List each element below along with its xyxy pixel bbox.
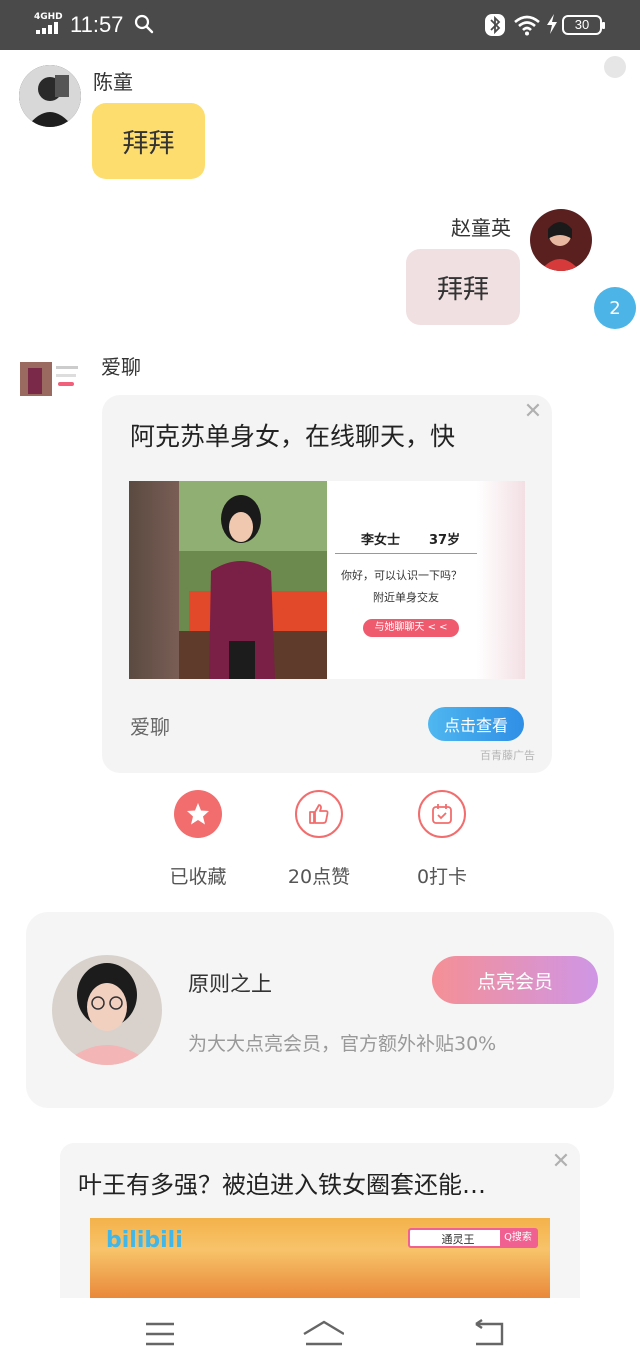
network-type: 4GHD	[34, 12, 63, 22]
checkin-action[interactable]: 0打卡	[387, 790, 497, 890]
member-name: 原则之上	[188, 972, 272, 996]
close-icon[interactable]: ✕	[550, 1151, 572, 1173]
ad-card[interactable]: 阿克苏单身女，在线聊天，快 ✕ 李女士 37岁 你好，可以认识一下吗？ 附近单身…	[102, 395, 552, 773]
activate-member-button[interactable]: 点亮会员	[432, 956, 598, 1004]
ad-title[interactable]: 阿克苏单身女，在线聊天，快	[130, 417, 455, 453]
menu-icon[interactable]	[140, 1316, 180, 1352]
ad-search-text: 通灵王	[441, 1233, 475, 1246]
checkin-label: 0打卡	[416, 866, 468, 888]
signal-icon	[36, 22, 62, 34]
battery-icon: 30	[562, 15, 605, 35]
ad-search-button: Q搜索	[500, 1230, 536, 1246]
ad-profile-line2: 附近单身交友	[373, 591, 439, 604]
member-card: 原则之上 点亮会员 为大大点亮会员，官方额外补贴30%	[26, 912, 614, 1108]
clock: 11:57	[70, 12, 124, 37]
like-action[interactable]: 20点赞	[264, 790, 374, 890]
view-button[interactable]: 点击查看	[428, 707, 524, 741]
message-bubble[interactable]: 拜拜	[92, 103, 205, 179]
member-description: 为大大点亮会员，官方额外补贴30%	[188, 1033, 497, 1055]
avatar[interactable]	[530, 209, 592, 271]
calendar-check-icon[interactable]	[418, 790, 466, 838]
status-bar: 4GHD 11:57 30	[0, 0, 640, 50]
ad-profile-age: 37岁	[429, 533, 461, 548]
unread-badge[interactable]: 2	[594, 287, 636, 329]
ad-profile-button[interactable]: 与她聊聊天 < <	[363, 619, 459, 637]
bluetooth-icon	[485, 14, 505, 36]
favorite-label: 已收藏	[169, 866, 227, 888]
navigation-bar	[0, 1298, 640, 1372]
favorite-action[interactable]: 已收藏	[143, 790, 253, 890]
ad-source: 百青藤广告	[480, 749, 535, 762]
ad-image[interactable]: 李女士 37岁 你好，可以认识一下吗？ 附近单身交友 与她聊聊天 < <	[129, 481, 525, 679]
ad-avatar[interactable]	[20, 362, 84, 396]
wifi-icon	[514, 15, 540, 36]
ad-card[interactable]: 叶王有多强？被迫进入铁女圈套还能… ✕ bilibili 通灵王 Q搜索	[60, 1143, 580, 1298]
thumbs-up-icon[interactable]	[295, 790, 343, 838]
sender-name: 陈童	[93, 70, 133, 94]
like-label: 20点赞	[287, 866, 351, 888]
ad-search-box: 通灵王 Q搜索	[408, 1228, 538, 1248]
sender-name: 爱聊	[101, 355, 141, 379]
ad-divider	[335, 553, 477, 554]
avatar[interactable]	[52, 955, 162, 1065]
sender-name: 赵童英	[451, 216, 511, 240]
home-icon[interactable]	[296, 1316, 344, 1352]
back-icon[interactable]	[468, 1316, 508, 1352]
star-icon[interactable]	[174, 790, 222, 838]
ad-profile-line1: 你好，可以认识一下吗？	[341, 569, 462, 582]
search-icon	[134, 14, 154, 34]
bilibili-logo: bilibili	[106, 1228, 183, 1253]
more-indicator[interactable]	[604, 56, 626, 78]
avatar[interactable]	[19, 65, 81, 127]
charging-icon	[547, 14, 557, 34]
ad-title[interactable]: 叶王有多强？被迫进入铁女圈套还能…	[78, 1165, 566, 1200]
ad-profile-name: 李女士	[361, 533, 401, 548]
message-bubble[interactable]: 拜拜	[406, 249, 520, 325]
ad-brand: 爱聊	[130, 715, 170, 739]
close-icon[interactable]: ✕	[522, 401, 544, 423]
ad-image[interactable]: bilibili 通灵王 Q搜索	[90, 1218, 550, 1298]
